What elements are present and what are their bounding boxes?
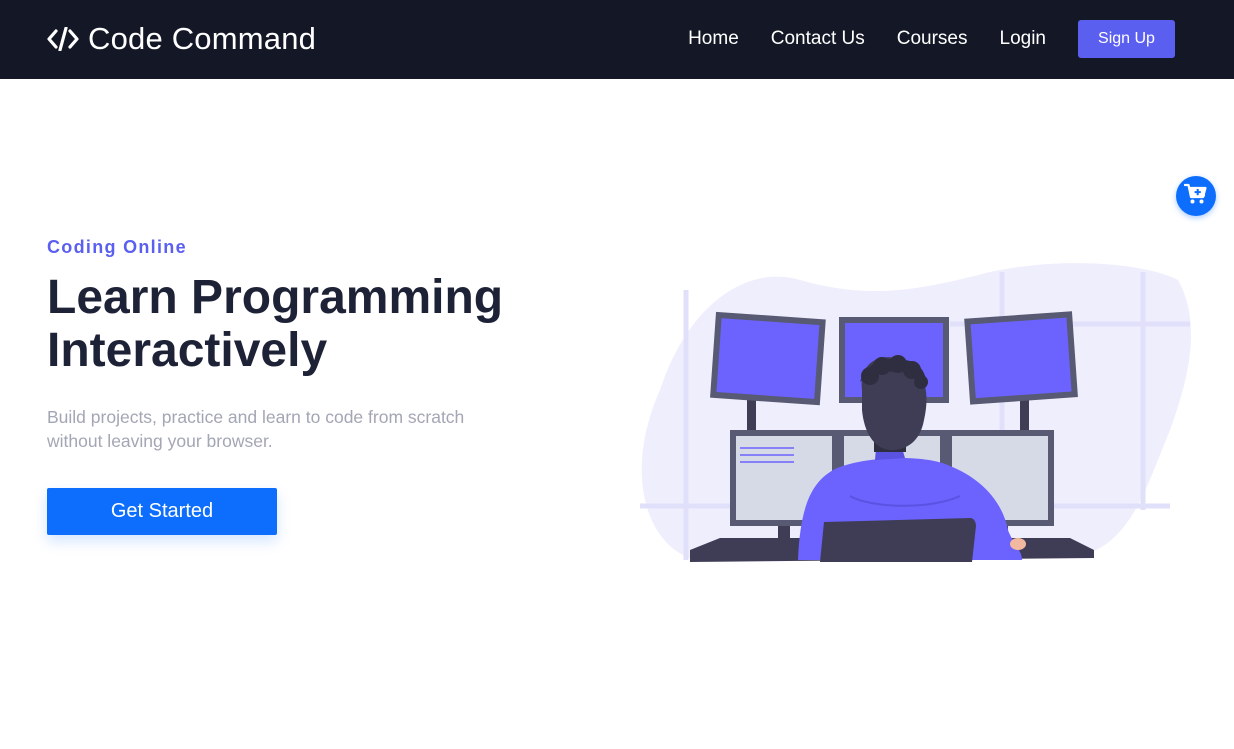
hero-headline-line2: Interactively xyxy=(47,324,328,377)
hero-headline: Learn Programming Interactively xyxy=(47,271,567,377)
nav-link-contact-us[interactable]: Contact Us xyxy=(771,20,865,58)
hero-description: Build projects, practice and learn to co… xyxy=(47,407,465,451)
code-brackets-icon xyxy=(47,23,79,55)
programmer-at-monitors-illustration xyxy=(630,260,1194,566)
hero-eyebrow: Coding Online xyxy=(47,237,187,257)
cart-button[interactable] xyxy=(1176,176,1216,216)
nav-link-home[interactable]: Home xyxy=(688,20,739,58)
main-nav: Home Contact Us Courses Login Sign Up xyxy=(688,20,1175,58)
cart-plus-icon xyxy=(1183,183,1208,210)
get-started-button[interactable]: Get Started xyxy=(47,488,277,535)
nav-link-login[interactable]: Login xyxy=(1000,20,1047,58)
hero-headline-line1: Learn Programming xyxy=(47,271,504,324)
brand-name: Code Command xyxy=(88,21,317,56)
nav-link-courses[interactable]: Courses xyxy=(897,20,968,58)
brand-logo-link[interactable]: Code Command xyxy=(47,22,316,56)
signup-button[interactable]: Sign Up xyxy=(1078,20,1175,58)
navbar: Code Command Home Contact Us Courses Log… xyxy=(0,0,1234,79)
hero-section: Coding Online Learn Programming Interact… xyxy=(47,236,567,535)
